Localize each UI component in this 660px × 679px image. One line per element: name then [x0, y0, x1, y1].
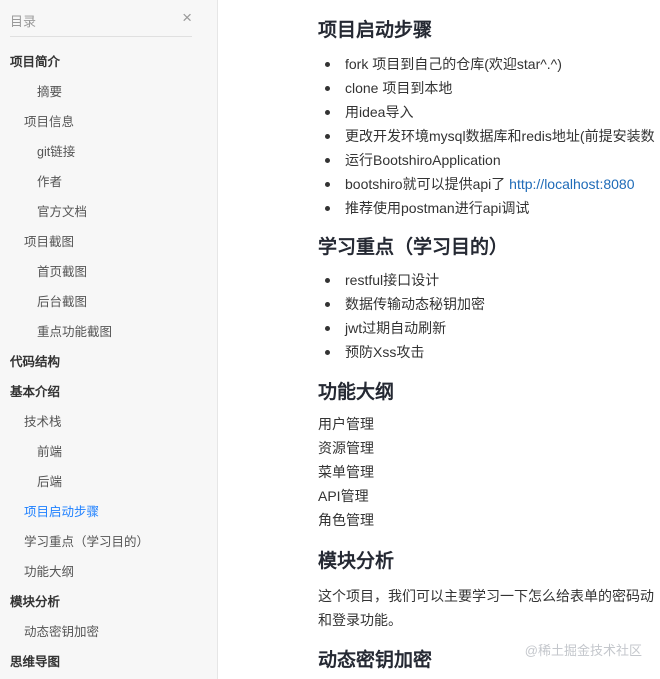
list-item: 推荐使用postman进行api调试 [318, 196, 655, 220]
bullet-icon [325, 133, 330, 139]
heading-dynamic-key: 动态密钥加密 [318, 650, 433, 671]
toc-item[interactable]: 前端 [0, 437, 217, 467]
toc-item[interactable]: 基本介绍 [0, 377, 217, 407]
module-analysis-paragraph: 这个项目，我们可以主要学习一下怎么给表单的密码动 和登录功能。 [318, 588, 654, 628]
list-item: 用户管理 [318, 416, 374, 432]
list-item: fork 项目到自己的仓库(欢迎star^.^) [318, 52, 655, 76]
list-item: 更改开发环境mysql数据库和redis地址(前提安装数 [318, 124, 655, 148]
bullet-icon [325, 205, 330, 211]
learning-list: restful接口设计 数据传输动态秘钥加密 jwt过期自动刷新 预防Xss攻击 [318, 268, 485, 364]
toc-item[interactable]: 项目简介 [0, 47, 217, 77]
toc-item[interactable]: 后台截图 [0, 287, 217, 317]
toc-item[interactable]: 重点功能截图 [0, 317, 217, 347]
toc-item[interactable]: 学习重点（学习目的） [0, 527, 217, 557]
list-item: 角色管理 [318, 512, 374, 528]
watermark: @稀土掘金技术社区 [524, 643, 642, 658]
bullet-icon [325, 349, 330, 355]
start-steps-list: fork 项目到自己的仓库(欢迎star^.^) clone 项目到本地 用id… [318, 52, 655, 220]
toc-title: 目录 [10, 14, 37, 29]
toc-item[interactable]: 作者 [0, 167, 217, 197]
toc-item[interactable]: 思维导图 [0, 647, 217, 677]
localhost-link[interactable]: http://localhost:8080 [509, 176, 634, 192]
bullet-icon [325, 277, 330, 283]
toc-item[interactable]: 代码结构 [0, 347, 217, 377]
heading-learning-focus: 学习重点（学习目的） [318, 237, 509, 258]
heading-module-analysis: 模块分析 [318, 551, 395, 572]
bullet-icon [325, 325, 330, 331]
bullet-icon [325, 301, 330, 307]
bullet-icon [325, 157, 330, 163]
list-item: 数据传输动态秘钥加密 [318, 292, 485, 316]
toc-item[interactable]: 动态密钥加密 [0, 617, 217, 647]
toc-item[interactable]: 模块分析 [0, 587, 217, 617]
feature-outline-list: 用户管理 资源管理 菜单管理 API管理 角色管理 [318, 412, 374, 532]
bullet-icon [325, 181, 330, 187]
list-item: bootshiro就可以提供api了 http://localhost:8080 [318, 172, 655, 196]
heading-feature-outline: 功能大纲 [318, 382, 395, 403]
toc-item[interactable]: 摘要 [0, 77, 217, 107]
list-item: restful接口设计 [318, 268, 485, 292]
bullet-icon [325, 61, 330, 67]
toc-item[interactable]: 项目信息 [0, 107, 217, 137]
toc-header: 目录 × [10, 8, 192, 37]
toc-list: 项目简介 摘要 项目信息 git链接 作者 官方文档 项目截图 首页截图 后台截图 重点功能截图代… [0, 47, 217, 677]
toc-item[interactable]: 项目启动步骤 [0, 497, 217, 527]
bullet-icon [325, 109, 330, 115]
list-item: API管理 [318, 488, 369, 504]
toc-item[interactable]: git链接 [0, 137, 217, 167]
article-content: 项目启动步骤 fork 项目到自己的仓库(欢迎star^.^) clone 项目… [318, 0, 660, 679]
close-icon[interactable]: × [182, 8, 192, 28]
toc-item[interactable]: 官方文档 [0, 197, 217, 227]
bullet-icon [325, 85, 330, 91]
list-item: 用idea导入 [318, 100, 655, 124]
heading-project-start: 项目启动步骤 [318, 20, 433, 41]
list-item: clone 项目到本地 [318, 76, 655, 100]
list-item: 运行BootshiroApplication [318, 148, 655, 172]
toc-item[interactable]: 功能大纲 [0, 557, 217, 587]
toc-item[interactable]: 后端 [0, 467, 217, 497]
toc-item[interactable]: 技术栈 [0, 407, 217, 437]
list-item: 预防Xss攻击 [318, 340, 485, 364]
list-item: 资源管理 [318, 440, 374, 456]
list-item: 菜单管理 [318, 464, 374, 480]
toc-item[interactable]: 项目截图 [0, 227, 217, 257]
toc-sidebar: 目录 × 项目简介 摘要 项目信息 git链接 作者 官方文档 项目截图 首页截图 后台截图 重点… [0, 0, 218, 679]
api-text: bootshiro就可以提供api了 [345, 176, 510, 192]
list-item: jwt过期自动刷新 [318, 316, 485, 340]
toc-item[interactable]: 首页截图 [0, 257, 217, 287]
